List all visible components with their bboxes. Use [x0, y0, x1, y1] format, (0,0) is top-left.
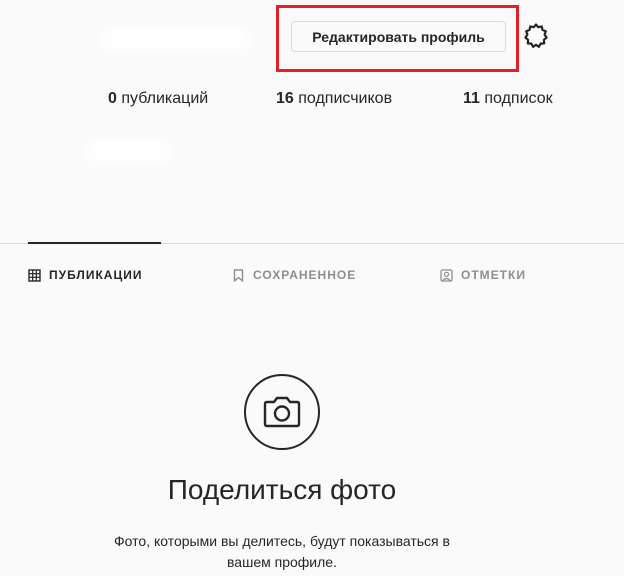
username-redacted: [100, 28, 250, 50]
active-tab-indicator: [28, 242, 161, 244]
stat-posts: 0 публикаций: [108, 90, 209, 107]
tab-tagged-label: ОТМЕТКИ: [461, 268, 526, 282]
empty-state-description: Фото, которыми вы делитесь, будут показы…: [114, 533, 450, 570]
full-name-redacted: [86, 140, 171, 162]
gear-icon[interactable]: [522, 22, 550, 50]
grid-icon: [28, 268, 41, 282]
edit-profile-button[interactable]: Редактировать профиль: [291, 21, 506, 52]
profile-stats: 0 публикаций 16 подписчиков 11 подписок: [0, 90, 624, 112]
bookmark-icon: [232, 268, 245, 282]
tab-posts[interactable]: ПУБЛИКАЦИИ: [28, 266, 142, 284]
tab-saved[interactable]: СОХРАНЕННОЕ: [232, 266, 356, 284]
stat-following[interactable]: 11 подписок: [463, 90, 553, 108]
empty-state-title: Поделиться фото: [167, 474, 397, 505]
tagged-user-icon: [440, 268, 453, 282]
tab-saved-label: СОХРАНЕННОЕ: [253, 268, 357, 282]
tab-tagged[interactable]: ОТМЕТКИ: [440, 266, 526, 284]
stat-followers[interactable]: 16 подписчиков: [276, 90, 392, 108]
tab-posts-label: ПУБЛИКАЦИИ: [49, 268, 143, 282]
camera-icon[interactable]: [244, 374, 320, 450]
